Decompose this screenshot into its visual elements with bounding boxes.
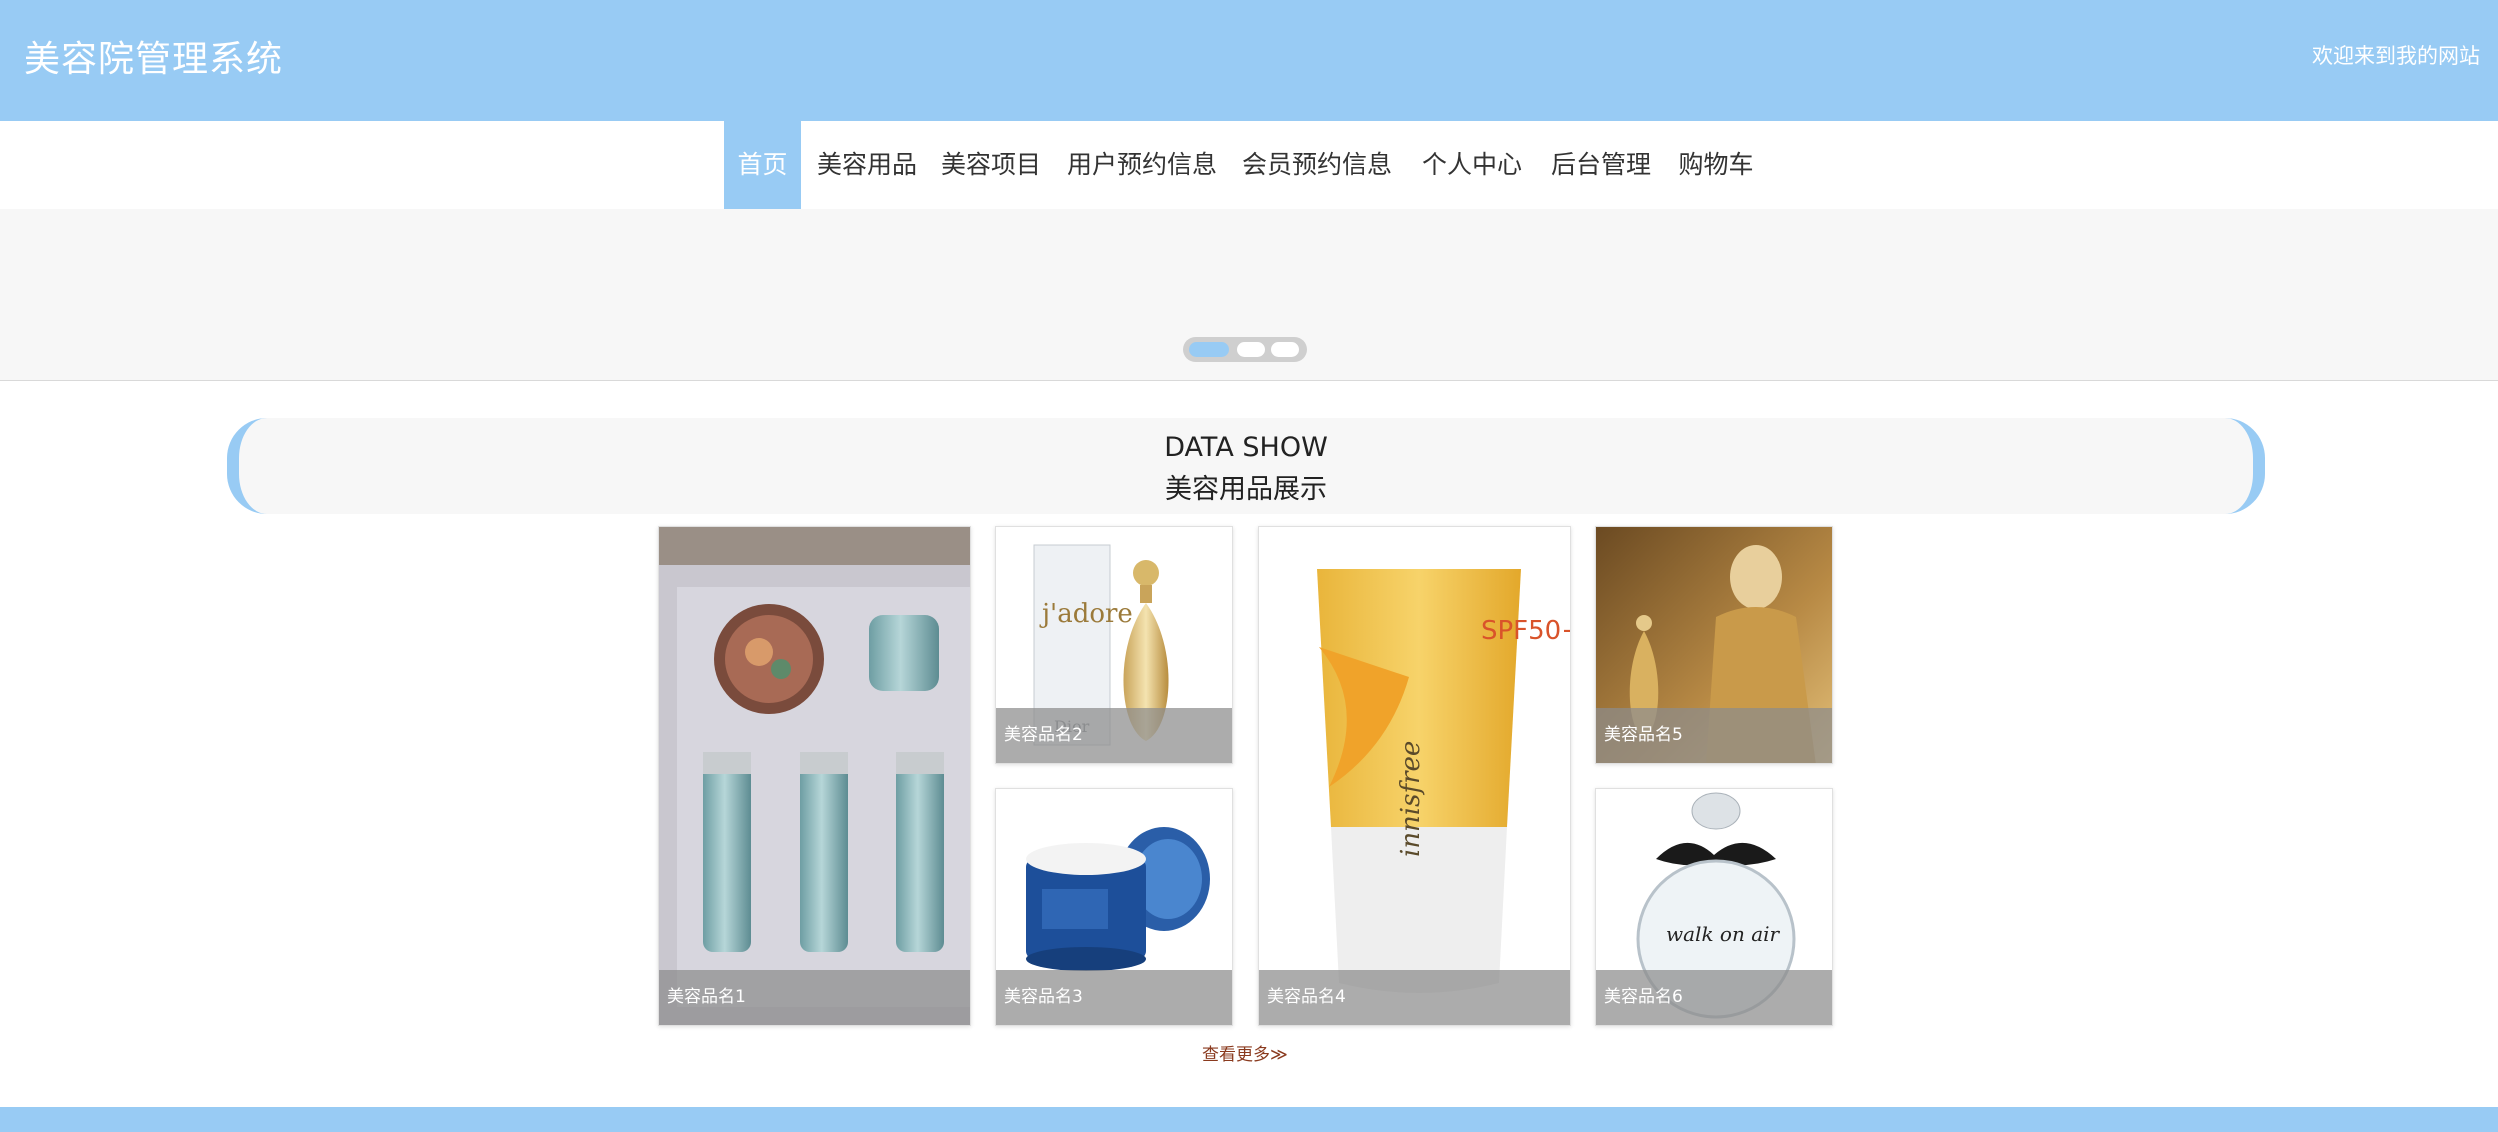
nav-item-admin[interactable]: 后台管理 — [1545, 121, 1657, 209]
nav-item-beauty-projects[interactable]: 美容项目 — [935, 121, 1047, 209]
carousel-dot-3[interactable] — [1271, 342, 1299, 357]
welcome-text: 欢迎来到我的网站 — [2312, 44, 2480, 68]
sunblock-tube-image: SPF50+ innisfree — [1259, 527, 1571, 1025]
product-card-5[interactable]: 美容品名5 — [1595, 526, 1833, 764]
nav-item-beauty-products[interactable]: 美容用品 — [811, 121, 923, 209]
product-card-4[interactable]: SPF50+ innisfree 美容品名4 — [1258, 526, 1571, 1026]
footer-bar — [0, 1107, 2498, 1132]
product-name-3: 美容品名3 — [996, 970, 1232, 1025]
product-name-2: 美容品名2 — [996, 708, 1232, 763]
carousel-dot-1[interactable] — [1189, 342, 1229, 357]
nav-item-member-appointments[interactable]: 会员预约信息 — [1237, 121, 1397, 209]
nav-item-cart[interactable]: 购物车 — [1674, 121, 1758, 209]
product-card-6[interactable]: walk on air 美容品名6 — [1595, 788, 1833, 1026]
banner-carousel — [0, 209, 2498, 381]
svg-text:j'adore: j'adore — [1039, 599, 1133, 629]
svg-text:walk on air: walk on air — [1666, 922, 1781, 946]
nav-item-user-appointments[interactable]: 用户预约信息 — [1062, 121, 1222, 209]
product-name-5: 美容品名5 — [1596, 708, 1832, 763]
section-title-en: DATA SHOW — [1164, 432, 1328, 463]
product-name-4: 美容品名4 — [1259, 970, 1570, 1025]
carousel-dot-2[interactable] — [1237, 342, 1265, 357]
product-card-3[interactable]: 美容品名3 — [995, 788, 1233, 1026]
section-title-zh: 美容用品展示 — [1165, 474, 1327, 505]
section-heading: DATA SHOW 美容用品展示 — [227, 418, 2265, 514]
product-card-1[interactable]: 美容品名1 — [658, 526, 971, 1026]
main-nav: 首页 美容用品 美容项目 用户预约信息 会员预约信息 个人中心 后台管理 购物车 — [0, 121, 2498, 209]
svg-text:SPF50+: SPF50+ — [1481, 616, 1571, 646]
product-name-1: 美容品名1 — [659, 970, 970, 1025]
svg-text:innisfree: innisfree — [1396, 741, 1426, 857]
view-more-link[interactable]: 查看更多≫ — [1202, 1040, 1288, 1065]
site-header: 美容院管理系统 欢迎来到我的网站 — [0, 0, 2498, 121]
product-name-6: 美容品名6 — [1596, 970, 1832, 1025]
site-title: 美容院管理系统 — [24, 39, 284, 80]
nav-item-home[interactable]: 首页 — [724, 121, 801, 209]
product-card-2[interactable]: j'adore Dior 美容品名2 — [995, 526, 1233, 764]
nav-item-personal-center[interactable]: 个人中心 — [1416, 121, 1528, 209]
skincare-set-image — [659, 527, 970, 1025]
carousel-indicators — [1183, 337, 1307, 362]
